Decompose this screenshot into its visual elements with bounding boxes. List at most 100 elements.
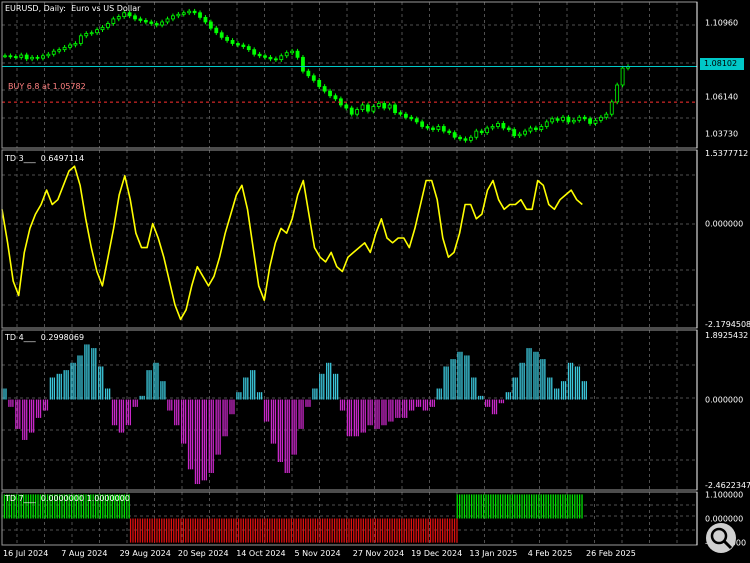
candle-body — [263, 55, 267, 58]
candle-body — [534, 127, 538, 130]
td3-title: TD 3___ 0.6497114 — [5, 154, 84, 163]
candle-body — [106, 23, 110, 28]
candle-body — [73, 43, 78, 46]
candle-body — [436, 126, 441, 130]
price-series — [2, 8, 697, 143]
candle-body — [615, 84, 620, 103]
candle-body — [447, 130, 452, 134]
candle-body — [490, 126, 495, 129]
candle-body — [133, 15, 137, 20]
axes: 1.10960 1.06140 1.03730 1.5377712 0.000000 -2… — [1, 1, 750, 548]
candle-body — [387, 104, 392, 109]
price-tick-label: 1.06140 — [705, 93, 738, 102]
candle-body — [398, 112, 403, 115]
candle-body — [284, 52, 289, 57]
candle-body — [501, 123, 506, 129]
candle-body — [122, 12, 127, 17]
candle-body — [84, 33, 89, 37]
candle-body — [181, 12, 186, 15]
candle-body — [78, 35, 83, 44]
candle-body — [311, 75, 316, 81]
candle-body — [30, 56, 34, 60]
candle-body — [376, 103, 381, 107]
candle-body — [414, 118, 419, 123]
candle-body — [8, 55, 13, 58]
candle-body — [452, 132, 457, 138]
candle-body — [322, 86, 327, 92]
candle-body — [409, 116, 414, 120]
td3-label: TD 3___ — [5, 154, 36, 163]
candle-body — [257, 53, 262, 57]
candle-body — [512, 129, 517, 137]
candle-body — [51, 50, 56, 55]
candle-body — [571, 119, 576, 123]
candle-body — [176, 13, 181, 17]
chart-canvas[interactable]: 1.10960 1.06140 1.03730 1.5377712 0.000000 -2… — [0, 0, 750, 563]
candle-body — [279, 55, 284, 61]
candle-body — [116, 16, 121, 20]
x-tick-label: 19 Dec 2024 — [411, 549, 462, 558]
candle-body — [111, 18, 116, 24]
candle-body — [252, 49, 257, 55]
candle-body — [317, 79, 322, 87]
td7-title: TD 7___ 0.0000000 1.0000000 — [5, 494, 130, 503]
main-title: EURUSD, Daily: Euro vs US Dollar — [5, 4, 141, 13]
candle-body — [544, 121, 549, 127]
candle-body — [604, 113, 609, 118]
candle-body — [561, 116, 565, 121]
candle-body — [187, 10, 192, 14]
candle-body — [333, 95, 338, 100]
candle-body — [95, 29, 99, 34]
candle-body — [89, 32, 94, 35]
td4-scale-label: -2.4622347 — [705, 481, 750, 490]
td7-scale-label: 1.100000 — [705, 490, 743, 499]
td7-value2: 1.0000000 — [86, 494, 130, 503]
candle-body — [306, 70, 311, 77]
candle-body — [236, 43, 240, 46]
x-tick-label: 5 Nov 2024 — [295, 549, 341, 558]
candle-body — [420, 121, 425, 127]
candle-body — [143, 20, 148, 23]
td4-title: TD 4___ 0.2998069 — [5, 333, 84, 342]
candle-body — [555, 118, 560, 121]
candle-body — [479, 130, 484, 134]
candle-body — [523, 130, 527, 135]
price-tick-label: 1.10960 — [705, 19, 738, 28]
candle-body — [593, 119, 598, 124]
candle-body — [468, 136, 473, 141]
candle-body — [192, 10, 197, 14]
candle-body — [582, 116, 587, 120]
candle-body — [214, 27, 219, 34]
candle-body — [295, 50, 300, 58]
td4-label: TD 4___ — [5, 333, 36, 342]
candle-body — [127, 12, 132, 17]
candle-body — [41, 55, 45, 59]
x-tick-label: 7 Aug 2024 — [61, 549, 107, 558]
candle-body — [154, 23, 159, 26]
zoom-button[interactable] — [706, 523, 736, 553]
candle-body — [219, 32, 224, 38]
candle-body — [3, 55, 7, 58]
candle-body — [268, 56, 273, 60]
candle-body — [506, 127, 511, 130]
candle-body — [165, 18, 170, 23]
candle-body — [366, 104, 370, 112]
candle-body — [171, 15, 175, 20]
grid-lines — [2, 2, 697, 545]
candle-body — [360, 104, 365, 110]
td3-value: 0.6497114 — [40, 154, 85, 163]
candle-body — [485, 127, 490, 134]
price-tick-label: 1.03730 — [705, 130, 738, 139]
candle-body — [588, 118, 592, 124]
candle-body — [149, 21, 154, 24]
candle-body — [441, 126, 446, 132]
x-tick-label: 13 Jan 2025 — [469, 549, 517, 558]
pane-frame-td3 — [1, 149, 698, 329]
candle-body — [496, 123, 500, 127]
candle-body — [577, 116, 582, 121]
candle-body — [431, 127, 435, 130]
candle-body — [458, 136, 462, 140]
candle-body — [528, 127, 533, 132]
candle-body — [208, 21, 213, 29]
candle-body — [371, 106, 376, 112]
